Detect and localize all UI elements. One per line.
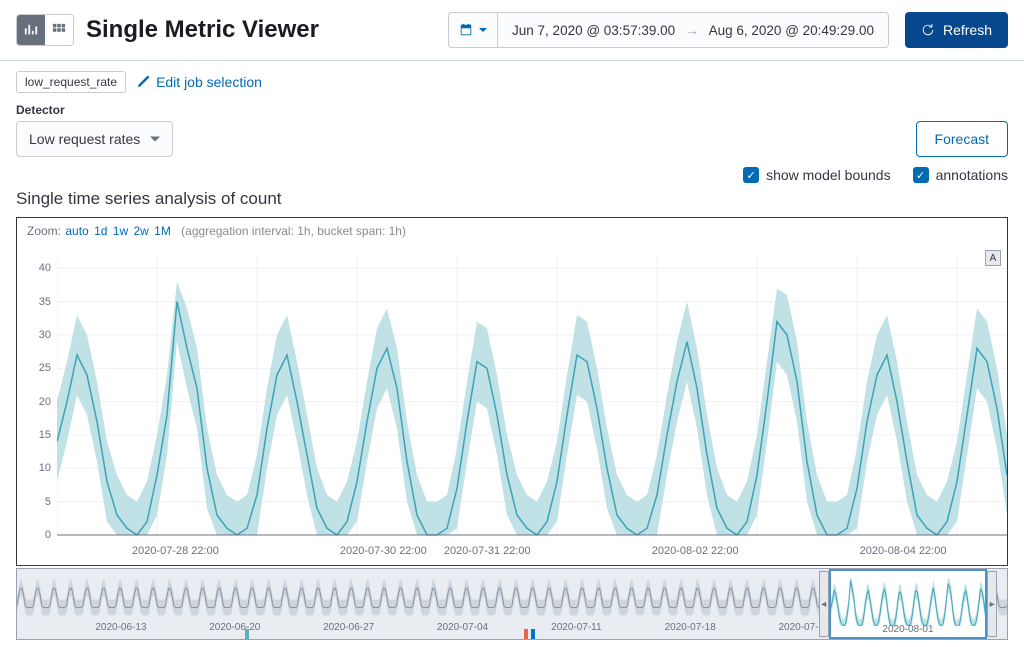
y-axis: 0 5 10 15 20 25 30 35 40	[17, 245, 57, 545]
context-tick: 2020-07-11	[551, 622, 601, 633]
date-range-display[interactable]: Jun 7, 2020 @ 03:57:39.00 → Aug 6, 2020 …	[498, 12, 889, 48]
edit-job-link[interactable]: Edit job selection	[136, 74, 262, 90]
zoom-1w[interactable]: 1w	[113, 224, 128, 238]
job-badge[interactable]: low_request_rate	[16, 71, 126, 93]
detector-row: Detector Low request rates Forecast	[0, 103, 1024, 167]
job-row: low_request_rate Edit job selection	[0, 61, 1024, 103]
x-tick: 2020-07-31 22:00	[444, 545, 531, 557]
main-chart: 0 5 10 15 20 25 30 35 40	[17, 245, 1007, 545]
edit-job-label: Edit job selection	[156, 74, 262, 90]
page-title: Single Metric Viewer	[86, 16, 440, 44]
single-metric-view-button[interactable]	[17, 15, 45, 45]
y-tick: 0	[45, 529, 51, 541]
refresh-button[interactable]: Refresh	[905, 12, 1008, 48]
x-axis: 2020-07-28 22:00 2020-07-30 22:00 2020-07-…	[17, 545, 1007, 565]
show-bounds-label: show model bounds	[766, 167, 891, 183]
detector-selected: Low request rates	[29, 131, 140, 147]
refresh-icon	[921, 23, 935, 37]
refresh-label: Refresh	[943, 22, 992, 38]
x-tick: 2020-07-28 22:00	[132, 545, 219, 557]
context-tick: 2020-06-27	[323, 622, 374, 633]
context-tick: 2020-07-18	[665, 622, 716, 633]
view-toggle	[16, 14, 74, 46]
date-end: Aug 6, 2020 @ 20:49:29.00	[709, 23, 874, 38]
context-chart[interactable]: 2020-06-13 2020-06-20 2020-06-27 2020-07-04…	[16, 568, 1008, 640]
main-chart-box: Zoom: auto 1d 1w 2w 1M (aggregation inte…	[16, 217, 1008, 566]
x-tick: 2020-07-30 22:00	[340, 545, 427, 557]
context-tick: 2020-06-20	[209, 622, 260, 633]
context-tick: 2020-07-04	[437, 622, 488, 633]
anomaly-marker	[524, 629, 528, 639]
anomaly-explorer-view-button[interactable]	[45, 15, 73, 45]
anomaly-marker	[531, 629, 535, 639]
zoom-info: (aggregation interval: 1h, bucket span: …	[181, 224, 406, 238]
arrow-right-icon: →	[685, 23, 699, 38]
calendar-button[interactable]	[448, 12, 498, 48]
y-tick: 5	[45, 496, 51, 508]
x-tick: 2020-08-02 22:00	[652, 545, 739, 557]
zoom-bar: Zoom: auto 1d 1w 2w 1M (aggregation inte…	[17, 218, 1007, 245]
chart-container: Zoom: auto 1d 1w 2w 1M (aggregation inte…	[0, 217, 1024, 640]
y-tick: 30	[39, 329, 51, 341]
y-tick: 25	[39, 362, 51, 374]
x-tick: 2020-08-04 22:00	[860, 545, 947, 557]
date-picker-group: Jun 7, 2020 @ 03:57:39.00 → Aug 6, 2020 …	[448, 12, 889, 48]
annotations-toggle[interactable]: ✓ annotations	[913, 167, 1008, 183]
context-brush[interactable]: ◂ ▸ 2020-08-01	[829, 569, 987, 639]
y-tick: 10	[39, 462, 51, 474]
grid-icon	[52, 23, 66, 37]
annotations-label: annotations	[936, 167, 1008, 183]
zoom-auto[interactable]: auto	[65, 224, 88, 238]
show-bounds-toggle[interactable]: ✓ show model bounds	[743, 167, 891, 183]
detector-label: Detector	[16, 103, 173, 117]
zoom-label: Zoom:	[27, 224, 61, 238]
brush-tick: 2020-08-01	[882, 624, 933, 635]
brush-svg	[831, 571, 985, 626]
context-tick: 2020-06-13	[95, 622, 146, 633]
date-start: Jun 7, 2020 @ 03:57:39.00	[512, 23, 675, 38]
y-tick: 20	[39, 396, 51, 408]
plot-area[interactable]	[57, 245, 1007, 545]
anomaly-marker	[245, 629, 249, 639]
y-tick: 40	[39, 262, 51, 274]
chart-title: Single time series analysis of count	[0, 189, 1024, 217]
y-tick: 15	[39, 429, 51, 441]
chevron-down-icon	[479, 26, 487, 34]
chart-icon	[24, 23, 38, 37]
zoom-2w[interactable]: 2w	[133, 224, 148, 238]
calendar-icon	[459, 23, 473, 37]
brush-handle-left[interactable]: ◂	[819, 571, 829, 637]
pencil-icon	[136, 75, 150, 89]
zoom-1d[interactable]: 1d	[94, 224, 107, 238]
brush-handle-right[interactable]: ▸	[987, 571, 997, 637]
detector-group: Detector Low request rates	[16, 103, 173, 157]
options-row: ✓ show model bounds ✓ annotations	[0, 167, 1024, 189]
detector-select[interactable]: Low request rates	[16, 121, 173, 157]
forecast-button[interactable]: Forecast	[916, 121, 1008, 157]
zoom-1m[interactable]: 1M	[154, 224, 171, 238]
y-tick: 35	[39, 296, 51, 308]
page-header: Single Metric Viewer Jun 7, 2020 @ 03:57…	[0, 0, 1024, 61]
main-svg	[57, 245, 1007, 545]
checkbox-checked-icon: ✓	[913, 167, 929, 183]
checkbox-checked-icon: ✓	[743, 167, 759, 183]
